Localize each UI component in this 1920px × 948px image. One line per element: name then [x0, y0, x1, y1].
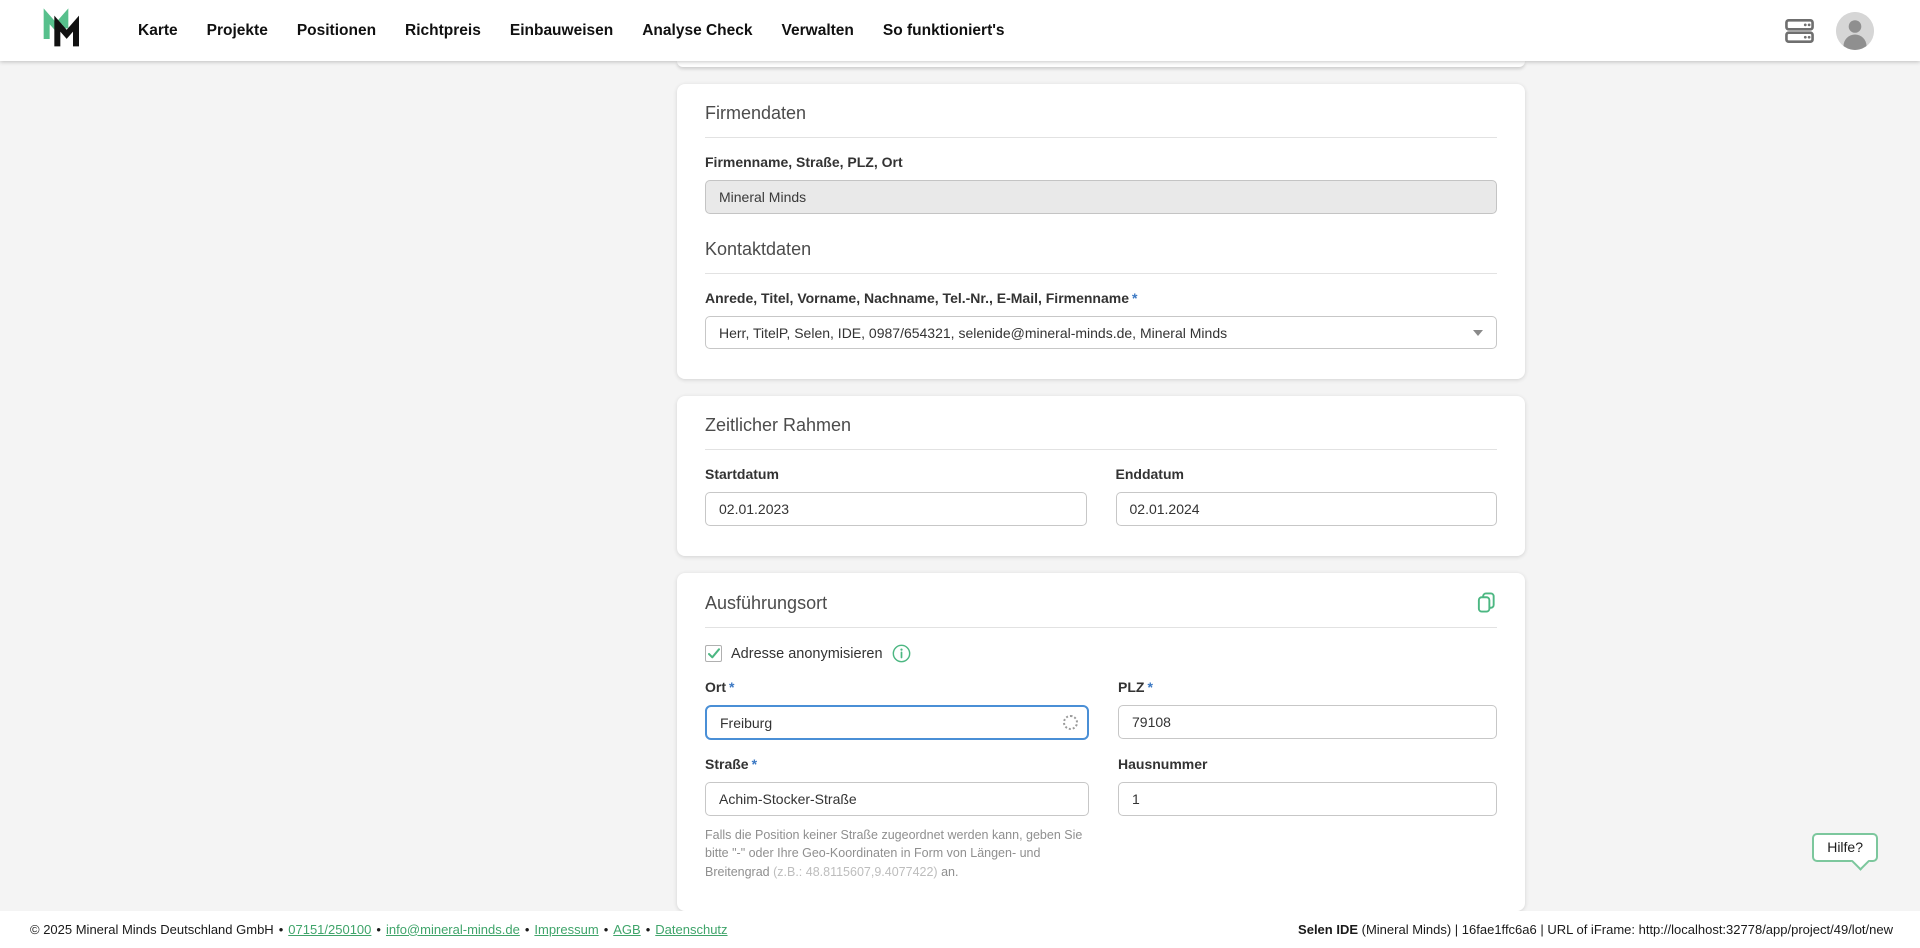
- contact-select-value: Herr, TitelP, Selen, IDE, 0987/654321, s…: [719, 325, 1227, 341]
- footer-link-phone[interactable]: 07151/250100: [288, 922, 371, 937]
- divider: [705, 137, 1497, 138]
- nav-item-so-funktionierts[interactable]: So funktioniert's: [883, 22, 1005, 40]
- separator: •: [376, 922, 381, 937]
- status-app-name: Selen IDE: [1298, 922, 1358, 937]
- nav-item-verwalten[interactable]: Verwalten: [782, 22, 854, 40]
- footer: © 2025 Mineral Minds Deutschland GmbH • 07…: [0, 911, 1920, 948]
- separator: •: [646, 922, 651, 937]
- startdatum-label: Startdatum: [705, 466, 1087, 483]
- hint-example: (z.B.: 48.8115607,9.4077422): [773, 865, 937, 879]
- separator: •: [525, 922, 530, 937]
- separator: •: [604, 922, 609, 937]
- footer-link-impressum[interactable]: Impressum: [534, 922, 598, 937]
- nav-item-analyse-check[interactable]: Analyse Check: [642, 22, 752, 40]
- copyright-text: © 2025 Mineral Minds Deutschland GmbH: [30, 922, 274, 937]
- nav-item-richtpreis[interactable]: Richtpreis: [405, 22, 481, 40]
- required-marker: *: [1147, 679, 1152, 695]
- section-title-zeitlicher-rahmen: Zeitlicher Rahmen: [705, 414, 1497, 436]
- section-title-kontaktdaten: Kontaktdaten: [705, 238, 1497, 260]
- footer-link-datenschutz[interactable]: Datenschutz: [655, 922, 727, 937]
- navbar-actions: [1783, 12, 1874, 50]
- nav-item-einbauweisen[interactable]: Einbauweisen: [510, 22, 613, 40]
- company-field-label: Firmenname, Straße, PLZ, Ort: [705, 154, 1497, 171]
- company-input: [705, 180, 1497, 214]
- ort-label: Ort*: [705, 679, 1089, 696]
- required-marker: *: [752, 756, 757, 772]
- chevron-down-icon: [1473, 330, 1483, 336]
- separator: •: [279, 922, 284, 937]
- hausnummer-input[interactable]: [1118, 782, 1497, 816]
- section-title-ausfuehrungsort: Ausführungsort: [705, 592, 827, 614]
- hint-text-end: an.: [938, 865, 959, 879]
- hausnummer-label: Hausnummer: [1118, 756, 1497, 773]
- divider: [705, 273, 1497, 274]
- contact-select[interactable]: Herr, TitelP, Selen, IDE, 0987/654321, s…: [705, 316, 1497, 349]
- footer-link-email[interactable]: info@mineral-minds.de: [386, 922, 520, 937]
- nav-item-karte[interactable]: Karte: [138, 22, 178, 40]
- required-marker: *: [1132, 290, 1137, 306]
- main-content: Firmendaten Firmenname, Straße, PLZ, Ort…: [0, 61, 1920, 911]
- ort-label-text: Ort: [705, 679, 726, 695]
- nav-item-projekte[interactable]: Projekte: [207, 22, 268, 40]
- help-button[interactable]: Hilfe?: [1812, 833, 1878, 862]
- main-navigation: Karte Projekte Positionen Richtpreis Ein…: [138, 22, 1005, 40]
- footer-link-agb[interactable]: AGB: [613, 922, 640, 937]
- plz-label-text: PLZ: [1118, 679, 1144, 695]
- plz-label: PLZ*: [1118, 679, 1497, 696]
- server-icon[interactable]: [1783, 14, 1816, 48]
- footer-left: © 2025 Mineral Minds Deutschland GmbH • 07…: [30, 922, 728, 937]
- strasse-label: Straße*: [705, 756, 1089, 773]
- info-icon[interactable]: [892, 644, 911, 663]
- divider: [705, 627, 1497, 628]
- enddatum-label: Enddatum: [1116, 466, 1498, 483]
- enddatum-input[interactable]: [1116, 492, 1498, 526]
- card-firmendaten: Firmendaten Firmenname, Straße, PLZ, Ort…: [677, 84, 1525, 379]
- previous-card-edge: [677, 61, 1525, 67]
- anonymize-label: Adresse anonymisieren: [731, 646, 883, 662]
- copy-icon[interactable]: [1476, 591, 1497, 614]
- startdatum-input[interactable]: [705, 492, 1087, 526]
- required-marker: *: [729, 679, 734, 695]
- strasse-input[interactable]: [705, 782, 1089, 816]
- status-details: (Mineral Minds) | 16fae1ffc6a6 | URL of …: [1358, 922, 1893, 937]
- user-avatar-icon[interactable]: [1836, 12, 1874, 50]
- plz-input[interactable]: [1118, 705, 1497, 739]
- checkmark-icon: [708, 648, 720, 659]
- mineral-minds-logo-icon[interactable]: [42, 7, 82, 55]
- ort-input[interactable]: [705, 705, 1089, 740]
- loading-spinner-icon: [1063, 715, 1078, 730]
- strasse-hint: Falls die Position keiner Straße zugeord…: [705, 826, 1089, 881]
- contact-field-label: Anrede, Titel, Vorname, Nachname, Tel.-N…: [705, 290, 1497, 307]
- section-title-firmendaten: Firmendaten: [705, 102, 1497, 124]
- top-navbar: Karte Projekte Positionen Richtpreis Ein…: [0, 0, 1920, 61]
- card-zeitlicher-rahmen: Zeitlicher Rahmen Startdatum Enddatum: [677, 396, 1525, 556]
- anonymize-checkbox[interactable]: [705, 645, 722, 662]
- contact-field-label-text: Anrede, Titel, Vorname, Nachname, Tel.-N…: [705, 290, 1129, 306]
- nav-item-positionen[interactable]: Positionen: [297, 22, 376, 40]
- strasse-label-text: Straße: [705, 756, 749, 772]
- card-ausfuehrungsort: Ausführungsort Adresse anonymisieren: [677, 573, 1525, 911]
- footer-status: Selen IDE (Mineral Minds) | 16fae1ffc6a6…: [1298, 922, 1893, 937]
